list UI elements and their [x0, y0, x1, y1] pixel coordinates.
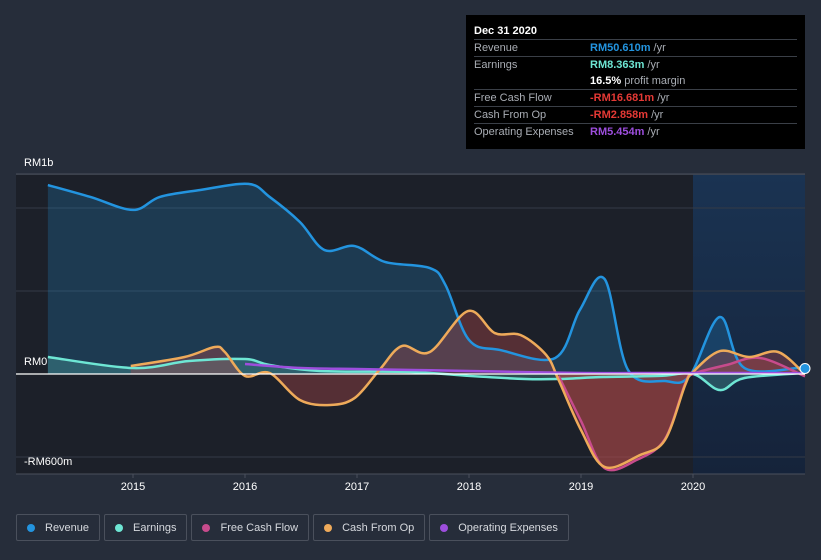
tooltip-row: 16.5% profit margin [474, 73, 797, 89]
tooltip-row-label: Free Cash Flow [474, 92, 552, 104]
tooltip-row-value: -RM16.681m [590, 92, 655, 104]
legend-item-earnings[interactable]: Earnings [104, 514, 188, 541]
legend-dot-icon [324, 523, 333, 532]
legend-item-cash-from-op[interactable]: Cash From Op [313, 514, 426, 541]
y-axis-label: -RM600m [24, 456, 73, 468]
tooltip-row-unit: /yr [657, 92, 670, 104]
legend-label: Operating Expenses [458, 521, 558, 534]
legend-dot-icon [27, 523, 35, 532]
x-tick-label: 2016 [232, 481, 258, 493]
legend-item-operating-expenses[interactable]: Operating Expenses [429, 514, 569, 541]
legend-label: Earnings [133, 521, 177, 534]
legend-label: Cash From Op [342, 521, 415, 534]
tooltip-row-unit: /yr [653, 42, 666, 54]
tooltip-row-value: RM50.610m [590, 42, 651, 54]
tooltip-row-unit: /yr [647, 126, 660, 138]
revenue-end-marker [799, 362, 811, 374]
forecast-region [693, 174, 805, 474]
x-tick-label: 2019 [568, 481, 594, 493]
legend-dot-icon [115, 523, 124, 532]
tooltip-row: Revenue RM50.610m/yr [474, 39, 797, 56]
legend-dot-icon [440, 523, 449, 532]
tooltip-row-label: Cash From Op [474, 109, 547, 121]
x-tick-label: 2020 [680, 481, 706, 493]
tooltip-row-value: -RM2.858m [590, 109, 649, 121]
tooltip-row: Earnings RM8.363m/yr [474, 56, 797, 73]
tooltip-row: Operating Expenses RM5.454m/yr [474, 123, 797, 140]
x-tick-label: 2018 [456, 481, 482, 493]
y-axis-label: RM0 [24, 356, 48, 368]
tooltip-panel: Dec 31 2020 Revenue RM50.610m/yr Earnings R… [466, 15, 805, 149]
tooltip-row-unit: /yr [651, 109, 664, 121]
tooltip-row: Free Cash Flow -RM16.681m/yr [474, 89, 797, 106]
tooltip-row: Cash From Op -RM2.858m/yr [474, 106, 797, 123]
tooltip-row-unit: profit margin [624, 75, 686, 87]
legend-label: Revenue [45, 521, 90, 534]
tooltip-row-value: 16.5% [590, 75, 622, 87]
x-tick-label: 2015 [120, 481, 146, 493]
tooltip-row-value: RM8.363m [590, 59, 645, 71]
legend-item-revenue[interactable]: Revenue [16, 514, 101, 541]
tooltip-row-label: Operating Expenses [474, 126, 574, 138]
tooltip-date: Dec 31 2020 [474, 25, 537, 37]
x-tick-label: 2017 [344, 481, 370, 493]
tooltip-row-label [474, 73, 590, 89]
tooltip-row-unit: /yr [647, 59, 660, 71]
legend-dot-icon [202, 523, 211, 532]
tooltip-row-label: Revenue [474, 42, 519, 54]
y-axis-label: RM1b [24, 157, 54, 169]
tooltip-row-value: RM5.454m [590, 126, 645, 138]
legend-label: Free Cash Flow [220, 521, 299, 534]
legend: Revenue Earnings Free Cash Flow Cash From O… [16, 514, 569, 541]
tooltip-row-label: Earnings [474, 59, 518, 71]
legend-item-free-cash-flow[interactable]: Free Cash Flow [191, 514, 310, 541]
